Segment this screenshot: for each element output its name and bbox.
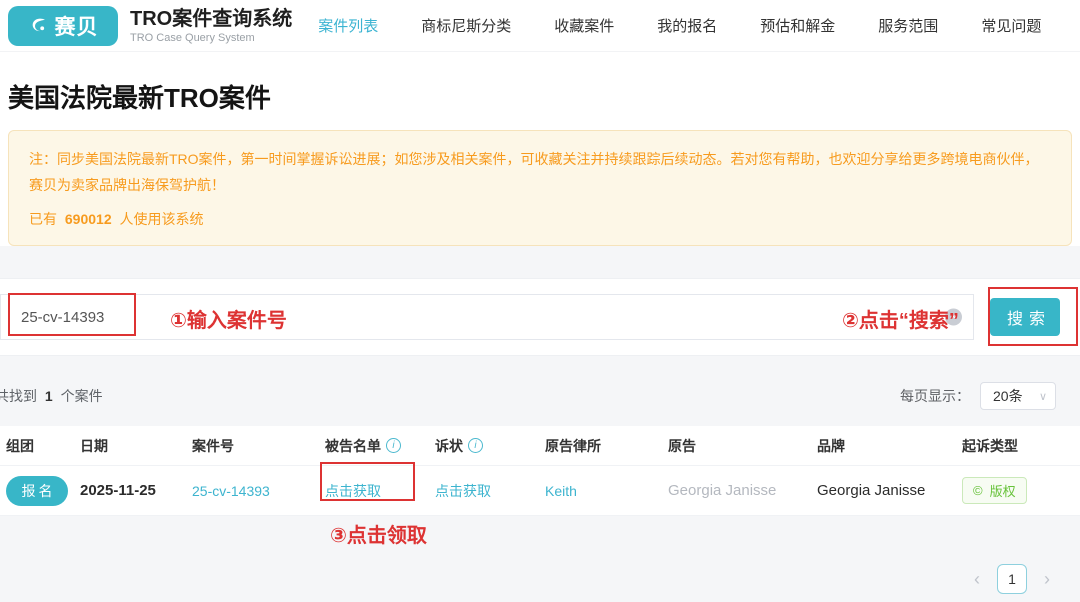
app-title-block: TRO案件查询系统 TRO Case Query System: [130, 8, 292, 44]
annotation-step2: ②点击“搜索”: [842, 304, 959, 333]
page-size-value: 20条: [993, 386, 1023, 406]
info-icon[interactable]: i: [386, 438, 401, 453]
brand-cell: Georgia Janisse: [817, 482, 962, 499]
case-no-cell: 25-cv-14393: [192, 483, 325, 499]
brand-logo[interactable]: 赛贝: [8, 6, 118, 46]
complaint-get-link[interactable]: 点击获取: [435, 483, 491, 499]
page-size-label: 每页显示：: [900, 386, 970, 406]
header-case-type: 起诉类型: [962, 436, 1080, 456]
content-area: × 搜索 ①输入案件号 ②点击“搜索” 共找到 1 个案件 每页显示： 20条 …: [0, 246, 1080, 602]
chevron-right-icon[interactable]: ›: [1044, 570, 1050, 588]
nav-item-favorites[interactable]: 收藏案件: [554, 15, 614, 36]
notice-usage-line: 已有 690012 人使用该系统: [29, 206, 1051, 232]
law-firm-cell: Keith: [545, 483, 668, 499]
page-number-1[interactable]: 1: [997, 564, 1027, 594]
signup-button[interactable]: 报名: [6, 476, 68, 506]
case-type-badge: © 版权: [962, 477, 1027, 504]
search-input-wrap: ×: [0, 294, 974, 340]
nav-item-settlement-estimate[interactable]: 预估和解金: [760, 15, 835, 36]
header-complaint: 诉状 i: [435, 436, 545, 456]
search-button[interactable]: 搜索: [990, 298, 1060, 336]
case-no-link[interactable]: 25-cv-14393: [192, 483, 270, 499]
brand-logo-text: 赛贝: [55, 11, 99, 41]
signup-cell: 报名: [6, 476, 80, 506]
header-brand: 品牌: [817, 436, 962, 456]
nav-item-case-list[interactable]: 案件列表: [318, 15, 378, 36]
page-head: 美国法院最新TRO案件: [0, 52, 1080, 115]
usage-suffix: 人使用该系统: [120, 211, 204, 227]
annotation-step3: ③点击领取: [330, 519, 1080, 548]
nav-item-nice-classification[interactable]: 商标尼斯分类: [421, 15, 511, 36]
date-cell: 2025-11-25: [80, 482, 192, 499]
usage-prefix: 已有: [29, 211, 57, 227]
nav-item-faq[interactable]: 常见问题: [981, 15, 1041, 36]
notice-text: 注：同步美国法院最新TRO案件，第一时间掌握诉讼进展；如您涉及相关案件，可收藏关…: [29, 146, 1051, 198]
main-nav: 案件列表 商标尼斯分类 收藏案件 我的报名 预估和解金 服务范围 常见问题 关于…: [318, 15, 1080, 36]
chevron-down-icon: ∨: [1039, 390, 1047, 403]
header-plaintiff: 原告: [668, 436, 817, 456]
summary-suffix: 个案件: [61, 388, 103, 404]
table-row: 报名 2025-11-25 25-cv-14393 点击获取 点击获取 Keit…: [0, 466, 1080, 516]
page-title: 美国法院最新TRO案件: [8, 78, 1072, 115]
defendants-get-link[interactable]: 点击获取: [325, 483, 381, 499]
nav-item-my-signups[interactable]: 我的报名: [657, 15, 717, 36]
app-title: TRO案件查询系统: [130, 8, 292, 30]
page-size-select[interactable]: 20条 ∨: [980, 382, 1056, 410]
header-case-no: 案件号: [192, 436, 325, 456]
case-number-input[interactable]: [0, 294, 974, 340]
plaintiff-cell: Georgia Janisse: [668, 482, 817, 499]
complaint-cell: 点击获取: [435, 481, 545, 501]
page-size-control: 每页显示： 20条 ∨: [900, 382, 1056, 410]
brand-swirl-icon: [28, 15, 50, 37]
header-law-firm: 原告律所: [545, 436, 668, 456]
usage-count: 690012: [65, 211, 112, 227]
search-bar: × 搜索 ①输入案件号 ②点击“搜索”: [0, 278, 1080, 356]
copyright-icon: ©: [973, 483, 983, 498]
pagination: ‹ 1 ›: [0, 564, 1050, 594]
results-bar: 共找到 1 个案件 每页显示： 20条 ∨: [0, 382, 1080, 410]
case-type-cell: © 版权: [962, 477, 1080, 504]
top-navbar: 赛贝 TRO案件查询系统 TRO Case Query System 案件列表 …: [0, 0, 1080, 52]
cases-table: 组团 日期 案件号 被告名单 i 诉状 i 原告律所 原告 品牌 起诉类型 报名…: [0, 426, 1080, 516]
header-date: 日期: [80, 436, 192, 456]
defendants-cell: 点击获取: [325, 481, 435, 501]
annotation-step1: ①输入案件号: [170, 304, 287, 333]
header-group: 组团: [6, 436, 80, 456]
summary-count: 1: [45, 388, 53, 404]
results-summary: 共找到 1 个案件: [0, 386, 103, 406]
nav-item-services[interactable]: 服务范围: [878, 15, 938, 36]
summary-prefix: 共找到: [0, 388, 37, 404]
app-subtitle: TRO Case Query System: [130, 32, 292, 44]
chevron-left-icon[interactable]: ‹: [974, 570, 980, 588]
header-defendants: 被告名单 i: [325, 436, 435, 456]
case-type-label: 版权: [990, 481, 1016, 500]
table-header-row: 组团 日期 案件号 被告名单 i 诉状 i 原告律所 原告 品牌 起诉类型: [0, 426, 1080, 466]
notice-banner: 注：同步美国法院最新TRO案件，第一时间掌握诉讼进展；如您涉及相关案件，可收藏关…: [8, 130, 1072, 246]
info-icon[interactable]: i: [468, 438, 483, 453]
law-firm-link[interactable]: Keith: [545, 483, 577, 499]
